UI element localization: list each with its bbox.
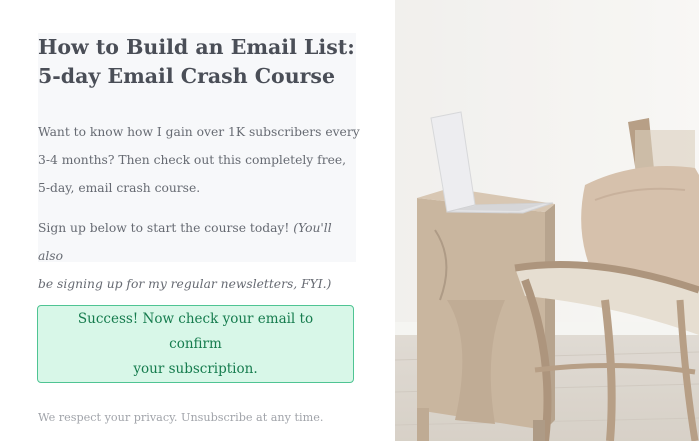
intro-line-3: 5-day, email crash course. — [38, 181, 201, 195]
title-line-1: How to Build an Email List: — [38, 35, 355, 59]
title-line-2: 5-day Email Crash Course — [38, 64, 336, 88]
privacy-note: We respect your privacy. Unsubscribe at … — [38, 411, 324, 424]
signup-prompt: Sign up below to start the course today!… — [38, 214, 360, 298]
intro-paragraph: Want to know how I gain over 1K subscrib… — [38, 118, 360, 202]
signup-panel: How to Build an Email List: 5-day Email … — [0, 0, 395, 441]
signup-prompt-text: Sign up below to start the course today! — [38, 221, 294, 235]
success-text: Success! Now check your email to confirm… — [56, 307, 335, 382]
newsletter-note-end: be signing up for my regular newsletters… — [38, 277, 332, 291]
hero-photo — [395, 0, 699, 441]
intro-line-2: 3-4 months? Then check out this complete… — [38, 153, 347, 167]
hero-photo-illustration — [395, 0, 699, 441]
success-line-2: your subscription. — [133, 360, 258, 377]
success-message: Success! Now check your email to confirm… — [37, 305, 354, 383]
intro-line-1: Want to know how I gain over 1K subscrib… — [38, 125, 360, 139]
page-title: How to Build an Email List: 5-day Email … — [38, 33, 358, 91]
success-line-1: Success! Now check your email to confirm — [77, 310, 314, 352]
